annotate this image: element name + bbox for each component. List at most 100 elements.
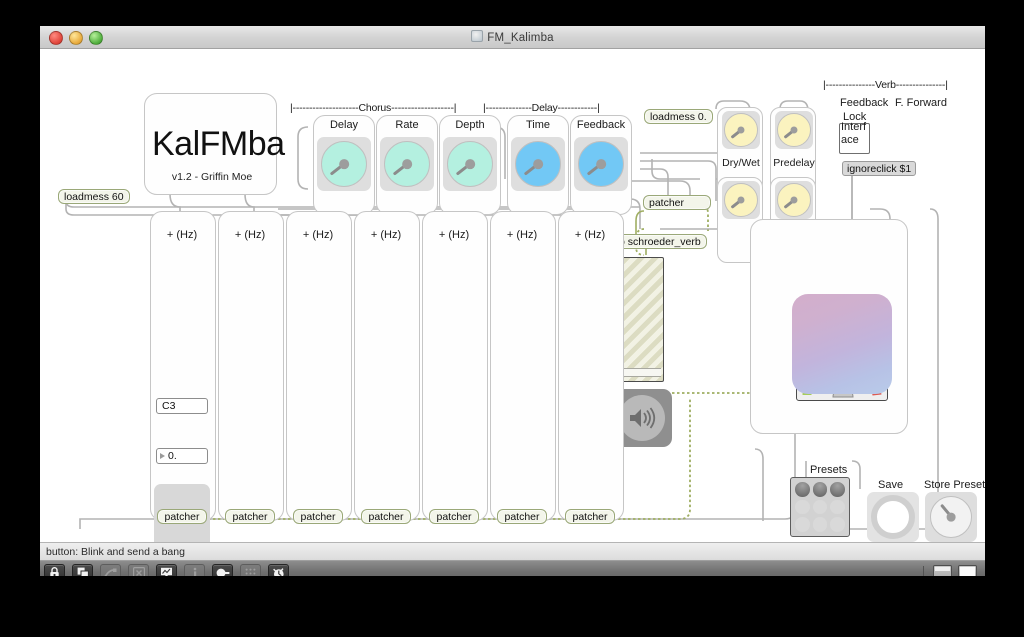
save-button[interactable] bbox=[867, 492, 919, 542]
predelay-dial-bottom-wrap[interactable] bbox=[775, 181, 813, 219]
preset-slot-2[interactable] bbox=[812, 482, 828, 497]
dial-hub bbox=[465, 159, 475, 169]
delay-feedback-dial[interactable] bbox=[578, 141, 624, 187]
loadmess-60-label: loadmess 60 bbox=[64, 191, 124, 203]
drywet-dial-bottom-wrap[interactable] bbox=[722, 181, 760, 219]
voice-offset-box-1[interactable]: 0. bbox=[156, 448, 208, 464]
debug[interactable] bbox=[268, 563, 289, 576]
drywet-dial-top-wrap[interactable] bbox=[722, 111, 760, 149]
delay-feedback-dial-wrap[interactable] bbox=[574, 137, 628, 191]
brand-title: KalFMba bbox=[152, 125, 285, 163]
chorus-delay-dial-label: Delay bbox=[329, 119, 359, 131]
center-patcher-label: patcher bbox=[649, 197, 685, 209]
bottom-toolbar bbox=[40, 561, 985, 576]
chorus-depth-dial[interactable] bbox=[447, 141, 493, 187]
brand-subtitle: v1.2 - Griffin Moe bbox=[171, 171, 253, 183]
voice-patcher-7[interactable]: patcher bbox=[565, 509, 615, 524]
zoom-button[interactable] bbox=[89, 31, 103, 45]
predelay-dial-top-caption: Predelay bbox=[773, 157, 815, 169]
voice-panel-3 bbox=[286, 211, 352, 521]
minimize-button[interactable] bbox=[69, 31, 83, 45]
delay-feedback-dial-label: Feedback bbox=[576, 119, 626, 131]
window-title: FM_Kalimba bbox=[40, 30, 985, 44]
voice-offset-label-5: + (Hz) bbox=[438, 229, 470, 241]
preset-slot-6[interactable] bbox=[830, 499, 845, 515]
delay-time-dial-wrap[interactable] bbox=[511, 137, 565, 191]
save-label: Save bbox=[878, 479, 904, 491]
loadmess-0-object[interactable]: loadmess 0. bbox=[644, 109, 713, 124]
toolbar-divider bbox=[923, 565, 924, 576]
voice-panel-6 bbox=[490, 211, 556, 521]
voice-patcher-2[interactable]: patcher bbox=[225, 509, 275, 524]
predelay-dial-bottom[interactable] bbox=[777, 183, 811, 217]
chorus-depth-dial-wrap[interactable] bbox=[443, 137, 497, 191]
voice-panel-2 bbox=[218, 211, 284, 521]
preset-slot-3[interactable] bbox=[830, 482, 845, 497]
loadmess-60-object[interactable]: loadmess 60 bbox=[58, 189, 130, 204]
patchcord-icon bbox=[104, 568, 117, 576]
store-preset-dial-knob[interactable] bbox=[930, 496, 972, 538]
loadmess-0-label: loadmess 0. bbox=[650, 111, 707, 123]
patcher-canvas[interactable]: loadmess 60 KalFMba v1.2 - Griffin Moe |… bbox=[40, 49, 985, 542]
chorus-rate-dial[interactable] bbox=[384, 141, 430, 187]
color-swatch-panel[interactable] bbox=[792, 294, 892, 394]
voice-offset-label-4: + (Hz) bbox=[370, 229, 402, 241]
preset-slot-4[interactable] bbox=[795, 499, 810, 515]
chorus-delay-dial[interactable] bbox=[321, 141, 367, 187]
voice-panel-7 bbox=[558, 211, 624, 521]
voice-patcher-3[interactable]: patcher bbox=[293, 509, 343, 524]
store-preset-dial[interactable] bbox=[925, 492, 977, 542]
voice-note-box-1[interactable]: C3 bbox=[156, 398, 208, 414]
chorus-delay-dial-wrap[interactable] bbox=[317, 137, 371, 191]
padlock-icon bbox=[49, 567, 60, 576]
preset-slot-7[interactable] bbox=[795, 517, 810, 532]
dial-hub bbox=[737, 126, 745, 134]
split-window-icon[interactable] bbox=[933, 564, 952, 576]
drywet-dial-bottom[interactable] bbox=[724, 183, 758, 217]
store-preset-label: Store Preset bbox=[924, 479, 985, 491]
voice-patcher-label-7: patcher bbox=[572, 511, 608, 523]
voice-patcher-label-2: patcher bbox=[232, 511, 268, 523]
preset-slot-5[interactable] bbox=[812, 499, 828, 515]
grid-snap bbox=[240, 563, 261, 576]
chorus-depth-dial-label: Depth bbox=[455, 119, 485, 131]
delay-time-dial[interactable] bbox=[515, 141, 561, 187]
preset-slot-9[interactable] bbox=[830, 517, 845, 532]
ignoreclick-message-box[interactable]: ignoreclick $1 bbox=[842, 161, 917, 176]
preset-slot-1[interactable] bbox=[795, 482, 810, 497]
voice-patcher-5[interactable]: patcher bbox=[429, 509, 479, 524]
inspector[interactable] bbox=[156, 563, 177, 576]
presentation-mode[interactable] bbox=[72, 563, 93, 576]
speaker-icon bbox=[619, 395, 665, 441]
predelay-dial-top[interactable] bbox=[777, 113, 811, 147]
close-button[interactable] bbox=[49, 31, 63, 45]
delay-time-dial-label: Time bbox=[525, 119, 551, 131]
preset-slot-8[interactable] bbox=[812, 517, 828, 532]
voice-patcher-4[interactable]: patcher bbox=[361, 509, 411, 524]
verb-feedback-label: Feedback bbox=[840, 97, 889, 109]
drywet-dial-top-caption: Dry/Wet bbox=[722, 157, 760, 169]
voice-note-value-1: C3 bbox=[162, 400, 176, 412]
voice-patcher-6[interactable]: patcher bbox=[497, 509, 547, 524]
preset-matrix[interactable] bbox=[790, 477, 850, 537]
delay-group-label: |--------------Delay------------| bbox=[483, 102, 600, 114]
easel-icon bbox=[160, 567, 173, 576]
voice-offset-label-6: + (Hz) bbox=[506, 229, 538, 241]
object-info bbox=[184, 563, 205, 576]
chorus-rate-dial-wrap[interactable] bbox=[380, 137, 434, 191]
full-window-icon[interactable] bbox=[958, 564, 977, 576]
dial-hub bbox=[946, 512, 956, 522]
schroeder-verb-object[interactable]: p schroeder_verb bbox=[613, 234, 707, 249]
verb-fforward-label: F. Forward bbox=[895, 97, 947, 109]
add-object bbox=[100, 563, 121, 576]
voice-offset-label-3: + (Hz) bbox=[302, 229, 334, 241]
predelay-dial-top-wrap[interactable] bbox=[775, 111, 813, 149]
drywet-dial-top[interactable] bbox=[724, 113, 758, 147]
voice-panel-4 bbox=[354, 211, 420, 521]
audio-io[interactable] bbox=[212, 563, 233, 576]
presets-title: Presets bbox=[810, 464, 848, 476]
info-icon bbox=[192, 567, 198, 576]
center-patcher-object[interactable]: patcher bbox=[643, 195, 711, 210]
voice-patcher-1[interactable]: patcher bbox=[157, 509, 207, 524]
lock-toggle[interactable] bbox=[44, 563, 65, 576]
